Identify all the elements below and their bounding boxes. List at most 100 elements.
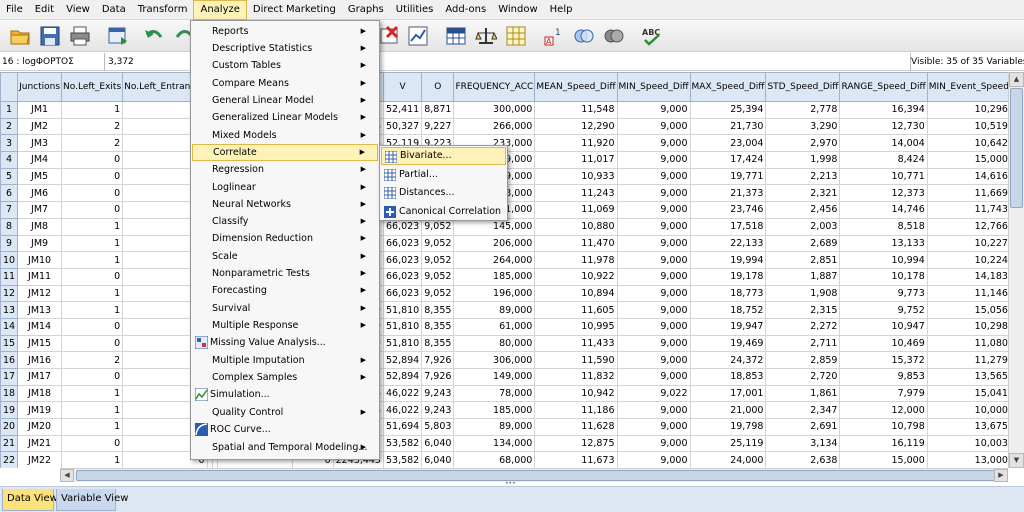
data-cell[interactable]: 9,000 <box>616 201 691 219</box>
data-cell[interactable]: 2,720 <box>765 368 841 386</box>
data-cell[interactable]: 12,875 <box>534 434 618 453</box>
row-number[interactable]: 20 <box>0 418 19 436</box>
data-cell[interactable]: 9,243 <box>421 384 455 403</box>
data-cell[interactable]: 19,178 <box>689 267 767 286</box>
data-cell[interactable]: 8,424 <box>839 151 928 169</box>
data-cell[interactable]: 9,752 <box>839 301 928 319</box>
spell-check-icon[interactable]: ABC <box>640 24 664 48</box>
data-cell[interactable]: 14,004 <box>839 134 928 153</box>
data-cell[interactable]: 51,694 <box>382 418 423 436</box>
data-cell[interactable]: 9,022 <box>616 384 691 403</box>
menu-item-spatial-and-temporal-modeling[interactable]: Spatial and Temporal Modeling... ▶ <box>192 439 378 456</box>
data-cell[interactable]: JM9 <box>17 234 63 253</box>
value-labels-icon[interactable]: A1 <box>542 24 566 48</box>
data-cell[interactable]: 18,853 <box>689 368 767 386</box>
vertical-scroll-thumb[interactable] <box>1010 88 1023 208</box>
data-cell[interactable]: 0 <box>61 201 124 219</box>
data-cell[interactable]: 149,000 <box>453 368 536 386</box>
data-cell[interactable]: 16,394 <box>839 101 928 119</box>
data-cell[interactable]: 23,004 <box>689 134 767 153</box>
data-cell[interactable]: 11,669 <box>926 184 1008 203</box>
data-cell[interactable]: 134,000 <box>453 434 536 453</box>
data-cell[interactable]: 15,000 <box>839 451 928 468</box>
data-cell[interactable]: 11,832 <box>534 368 618 386</box>
data-cell[interactable]: 11,146 <box>926 284 1008 303</box>
data-cell[interactable]: JM8 <box>17 217 63 236</box>
data-cell[interactable]: 2 <box>61 117 124 136</box>
column-header[interactable]: FREQUENCY_ACC <box>453 72 536 102</box>
data-cell[interactable]: 17,424 <box>689 151 767 169</box>
use-sets-icon[interactable] <box>572 24 596 48</box>
scroll-right-arrow-icon[interactable]: ▶ <box>994 469 1008 482</box>
data-cell[interactable]: JM22 <box>17 451 63 468</box>
data-cell[interactable]: 1 <box>61 418 124 436</box>
dialog-recall-icon[interactable] <box>106 24 130 48</box>
tab-variable-view[interactable]: Variable View <box>56 489 128 511</box>
menu-item-neural-networks[interactable]: Neural Networks ▶ <box>192 196 378 213</box>
delete-variable-icon[interactable] <box>378 24 402 48</box>
submenu-item-partial[interactable]: Partial... <box>381 166 506 184</box>
data-cell[interactable]: 2,213 <box>765 167 841 186</box>
data-cell[interactable]: 6,040 <box>421 434 455 453</box>
row-number[interactable]: 8 <box>0 217 19 236</box>
data-cell[interactable]: 2,851 <box>765 251 841 269</box>
data-cell[interactable]: 7,926 <box>421 351 455 369</box>
data-cell[interactable]: 21,000 <box>689 401 767 420</box>
data-cell[interactable]: 2,691 <box>765 418 841 436</box>
menu-item-survival[interactable]: Survival ▶ <box>192 300 378 317</box>
data-cell[interactable]: 12,373 <box>839 184 928 203</box>
menu-help[interactable]: Help <box>544 0 579 20</box>
data-cell[interactable]: 10,798 <box>839 418 928 436</box>
data-cell[interactable]: 7,926 <box>421 368 455 386</box>
data-cell[interactable]: 10,942 <box>534 384 618 403</box>
menu-item-quality-control[interactable]: Quality Control ▶ <box>192 404 378 421</box>
data-cell[interactable]: 8,355 <box>421 301 455 319</box>
data-cell[interactable]: 300,000 <box>453 101 536 119</box>
menu-item-forecasting[interactable]: Forecasting ▶ <box>192 282 378 299</box>
data-cell[interactable]: 9,227 <box>421 117 455 136</box>
data-cell[interactable]: 185,000 <box>453 401 536 420</box>
data-cell[interactable]: 1 <box>61 301 124 319</box>
data-cell[interactable]: 10,947 <box>839 317 928 336</box>
data-cell[interactable]: 14,746 <box>839 201 928 219</box>
data-cell[interactable]: 19,771 <box>689 167 767 186</box>
data-cell[interactable]: 19,947 <box>689 317 767 336</box>
menu-add-ons[interactable]: Add-ons <box>439 0 492 20</box>
data-cell[interactable]: 13,000 <box>926 451 1008 468</box>
menu-item-complex-samples[interactable]: Complex Samples ▶ <box>192 369 378 386</box>
data-cell[interactable]: 9,000 <box>616 334 691 353</box>
data-cell[interactable]: 50,327 <box>382 117 423 136</box>
data-cell[interactable]: 68,000 <box>453 451 536 468</box>
data-cell[interactable]: 24,372 <box>689 351 767 369</box>
menu-view[interactable]: View <box>60 0 96 20</box>
data-cell[interactable]: 9,773 <box>839 284 928 303</box>
data-cell[interactable]: 9,000 <box>616 368 691 386</box>
data-cell[interactable]: 9,000 <box>616 418 691 436</box>
row-number[interactable]: 5 <box>0 167 19 186</box>
data-cell[interactable]: 14,183 <box>926 267 1008 286</box>
data-cell[interactable]: 13,675 <box>926 418 1008 436</box>
column-header[interactable]: Junctions <box>17 72 63 102</box>
menu-data[interactable]: Data <box>96 0 132 20</box>
column-header[interactable]: STD_Speed_Diff <box>765 72 841 102</box>
data-cell[interactable]: 2,689 <box>765 234 841 253</box>
data-cell[interactable]: 53,582 <box>382 434 423 453</box>
data-cell[interactable]: 9,052 <box>421 251 455 269</box>
column-header[interactable]: MAX_Speed_Diff <box>689 72 767 102</box>
data-cell[interactable]: 10,519 <box>926 117 1008 136</box>
data-cell[interactable]: 6,040 <box>421 451 455 468</box>
data-cell[interactable]: 11,978 <box>534 251 618 269</box>
data-cell[interactable]: 1 <box>61 384 124 403</box>
row-number[interactable]: 4 <box>0 151 19 169</box>
data-cell[interactable]: 9,000 <box>616 301 691 319</box>
corner-header[interactable] <box>0 72 19 102</box>
data-cell[interactable]: 11,069 <box>534 201 618 219</box>
data-cell[interactable]: 11,279 <box>926 351 1008 369</box>
data-cell[interactable]: 19,469 <box>689 334 767 353</box>
data-cell[interactable]: 10,995 <box>534 317 618 336</box>
data-cell[interactable]: 46,022 <box>382 384 423 403</box>
column-header[interactable]: V <box>382 72 423 102</box>
data-cell[interactable]: 2,347 <box>765 401 841 420</box>
show-all-variables-icon[interactable] <box>602 24 626 48</box>
data-cell[interactable]: JM16 <box>17 351 63 369</box>
